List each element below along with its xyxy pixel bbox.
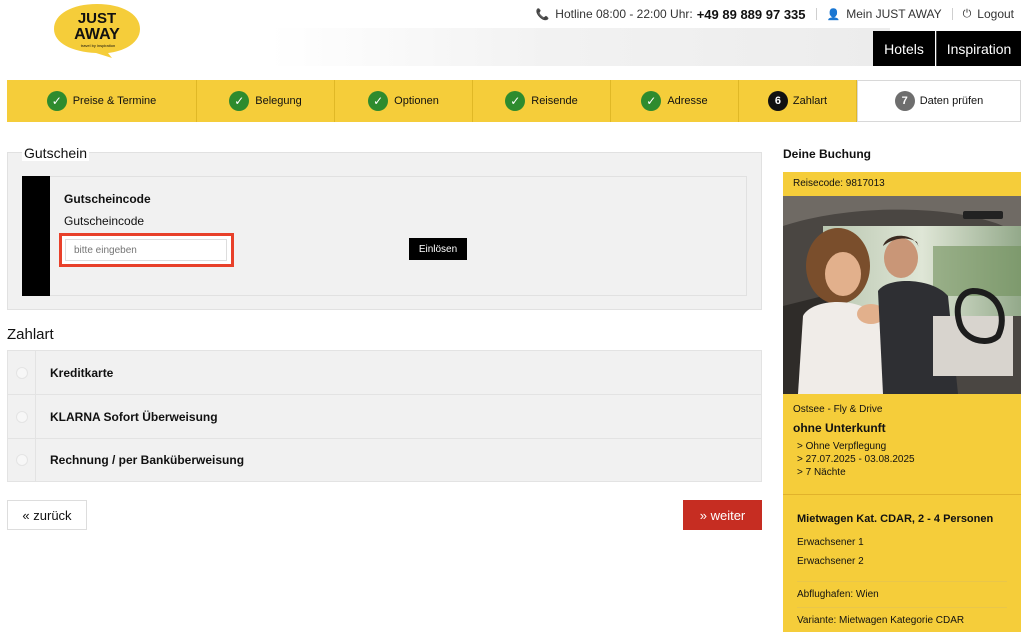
step-number: 6 [767, 91, 788, 111]
hotline-number[interactable]: +49 89 889 97 335 [697, 7, 806, 22]
payment-options: Kreditkarte KLARNA Sofort Überweisung Re… [7, 350, 762, 482]
divider [797, 607, 1007, 608]
step-preise-termine[interactable]: ✓ Preise & Termine [7, 80, 197, 122]
radio-button[interactable] [15, 454, 28, 466]
divider [783, 494, 1021, 495]
detail-board: > Ohne Verpflegung [797, 441, 887, 452]
step-adresse[interactable]: ✓ Adresse [611, 80, 739, 122]
check-icon: ✓ [641, 91, 662, 111]
just-away-logo[interactable]: JUST AWAY travel by inspiration [52, 2, 142, 58]
detail-dates: > 27.07.2025 - 03.08.2025 [797, 454, 915, 465]
radio-button[interactable] [15, 366, 28, 379]
voucher-field-label: Gutscheincode [64, 214, 145, 228]
check-icon: ✓ [46, 91, 67, 111]
payment-option-kreditkarte[interactable]: Kreditkarte [7, 350, 762, 394]
voucher-section-title: Gutschein [22, 145, 90, 161]
step-label: Belegung [255, 95, 302, 107]
top-utility-bar: 📞 Hotline 08:00 - 22:00 Uhr: +49 89 889 … [536, 6, 1014, 22]
phone-icon: 📞 [535, 8, 550, 21]
voucher-code-input[interactable] [65, 239, 227, 261]
redeem-button[interactable]: Einlösen [409, 238, 467, 260]
payment-option-rechnung[interactable]: Rechnung / per Banküberweisung [7, 438, 762, 482]
step-label: Zahlart [792, 95, 828, 107]
svg-text:JUST: JUST [78, 10, 116, 27]
check-icon: ✓ [368, 91, 389, 111]
divider [797, 581, 1007, 582]
step-label: Adresse [667, 95, 708, 107]
check-icon: ✓ [229, 91, 250, 111]
voucher-title: Gutscheincode [64, 192, 151, 206]
rental-car-title: Mietwagen Kat. CDAR, 2 - 4 Personen [797, 513, 994, 525]
svg-text:travel by inspiration: travel by inspiration [81, 43, 115, 48]
payment-option-label: Rechnung / per Banküberweisung [50, 453, 245, 467]
step-daten-pruefen: 7 Daten prüfen [857, 80, 1021, 122]
step-optionen[interactable]: ✓ Optionen [335, 80, 473, 122]
svg-text:AWAY: AWAY [74, 26, 120, 43]
payment-option-label: Kreditkarte [50, 365, 114, 380]
radio-cell [8, 351, 36, 394]
radio-cell [8, 439, 36, 481]
traveller-2: Erwachsener 2 [797, 556, 864, 567]
payment-option-klarna[interactable]: KLARNA Sofort Überweisung [7, 394, 762, 438]
trip-photo [783, 196, 1021, 394]
trip-region: Ostsee - Fly & Drive [793, 404, 883, 415]
payment-option-label: KLARNA Sofort Überweisung [50, 409, 218, 424]
radio-button[interactable] [15, 410, 28, 423]
check-icon: ✓ [505, 91, 526, 111]
back-button[interactable]: « zurück [7, 500, 87, 530]
step-label: Optionen [394, 95, 439, 107]
booking-variant: Variante: Mietwagen Kategorie CDAR [797, 615, 965, 626]
step-label: Preise & Termine [72, 95, 157, 107]
step-label: Daten prüfen [919, 95, 984, 107]
accommodation-title: ohne Unterkunft [793, 421, 886, 435]
step-reisende[interactable]: ✓ Reisende [473, 80, 611, 122]
booking-steps: ✓ Preise & Termine ✓ Belegung ✓ Optionen… [7, 80, 1021, 122]
divider [815, 8, 817, 20]
divider [951, 8, 953, 20]
step-number: 7 [894, 91, 915, 111]
nav-inspiration[interactable]: Inspiration [936, 31, 1021, 66]
booking-summary-title: Deine Buchung [783, 147, 872, 161]
voucher-accent-bar [22, 176, 50, 296]
power-icon: ⏻ [962, 7, 972, 20]
traveller-1: Erwachsener 1 [797, 537, 864, 548]
step-zahlart: 6 Zahlart [739, 80, 857, 122]
account-link[interactable]: Mein JUST AWAY [846, 7, 941, 21]
payment-section-title: Zahlart [7, 326, 54, 343]
nav-hotels[interactable]: Hotels [873, 31, 935, 66]
next-button[interactable]: » weiter [683, 500, 762, 530]
step-label: Reisende [531, 95, 578, 107]
logout-link[interactable]: Logout [977, 7, 1014, 21]
radio-cell [8, 395, 36, 438]
header-background [270, 28, 890, 66]
detail-nights: > 7 Nächte [797, 467, 846, 478]
travel-code: Reisecode: 9817013 [793, 178, 885, 189]
departure-airport: Abflughafen: Wien [797, 589, 879, 600]
step-belegung[interactable]: ✓ Belegung [197, 80, 335, 122]
user-icon: 👤 [826, 8, 841, 21]
voucher-input-highlight [59, 233, 234, 267]
hotline-label: Hotline 08:00 - 22:00 Uhr: [555, 7, 693, 21]
